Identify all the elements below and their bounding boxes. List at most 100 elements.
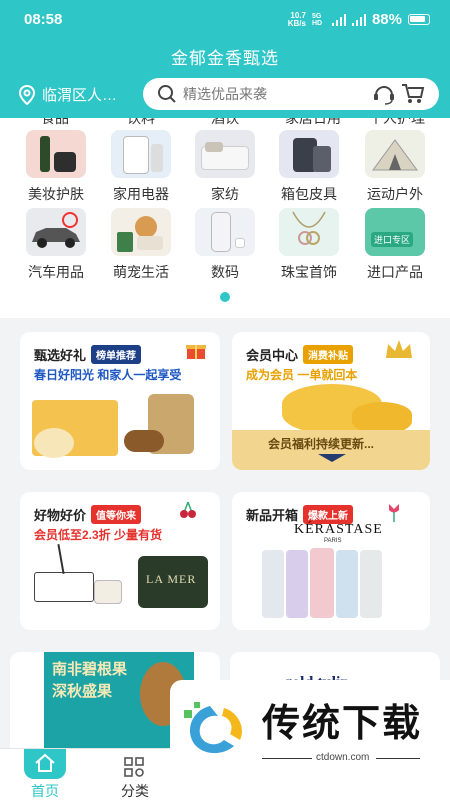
watermark-line-right	[376, 758, 420, 759]
signal-icon	[331, 13, 346, 26]
location-pin-icon	[18, 84, 36, 105]
category-label: 萌宠生活	[113, 264, 169, 280]
carousel-indicator[interactable]	[220, 292, 230, 302]
category-row-partial: 食品 饮料 酒饮 家居日用 个人护理	[0, 118, 450, 126]
lamer-brand: LA MER	[146, 572, 197, 586]
gift-card[interactable]: 甄选好礼 榜单推荐 春日好阳光 和家人一起享受	[20, 332, 220, 470]
gift-subtitle: 春日好阳光 和家人一起享受	[34, 368, 182, 382]
category-item[interactable]: 家用电器	[96, 130, 186, 204]
category-partial-item[interactable]: 个人护理	[352, 118, 442, 126]
banner-arrow-icon	[318, 454, 346, 462]
tulip-icon	[389, 504, 399, 522]
watermark-url: ctdown.com	[316, 752, 370, 763]
bottle-1-image	[262, 550, 284, 618]
necklace-icon	[279, 208, 339, 256]
category-label: 家用电器	[113, 186, 169, 202]
category-label: 运动户外	[367, 186, 423, 202]
category-item[interactable]: 萌宠生活	[96, 208, 186, 282]
nut-line2: 深秋盛果	[52, 683, 113, 700]
category-item[interactable]: 进口专区 进口产品	[350, 208, 440, 282]
import-icon: 进口专区	[365, 208, 425, 256]
bottle-2-image	[286, 550, 308, 618]
category-item[interactable]: 珠宝首饰	[264, 208, 354, 282]
category-partial-item[interactable]: 饮料	[96, 118, 186, 126]
car-icon	[26, 208, 86, 256]
battery-icon	[408, 14, 430, 25]
watermark-line-left	[262, 758, 312, 759]
tab-category-label: 分类	[121, 783, 149, 799]
category-label: 进口产品	[367, 264, 423, 280]
appliance-icon	[111, 130, 171, 178]
nut-line1: 南非碧根果	[52, 661, 128, 678]
category-grid-icon	[124, 757, 144, 777]
member-banner-text: 会员福利持续更新...	[268, 437, 375, 451]
category-item[interactable]: 箱包皮具	[264, 130, 354, 204]
category-label: 箱包皮具	[281, 186, 337, 202]
crown-icon	[386, 340, 412, 358]
goods-title: 好物好价 值等你来	[34, 505, 142, 524]
category-item[interactable]: 运动户外	[350, 130, 440, 204]
home-icon	[35, 753, 55, 772]
app-title: 金郁金香甄选	[171, 49, 279, 68]
category-grid: 食品 饮料 酒饮 家居日用 个人护理 美妆护肤 家用电器 家纺 箱包皮具 运动户…	[0, 118, 450, 318]
category-label: 数码	[211, 264, 239, 280]
category-item[interactable]: 家纺	[180, 130, 270, 204]
watermark-name: 传统下载	[262, 703, 423, 745]
category-label: 美妆护肤	[28, 186, 84, 202]
category-partial-item[interactable]: 食品	[10, 118, 100, 126]
location-text: 临渭区人…	[42, 87, 118, 104]
cherry-icon	[180, 501, 196, 518]
goods-tag: 值等你来	[91, 505, 142, 524]
status-icons: 10.7 KB/s 5G HD 88%	[288, 11, 430, 28]
category-label: 珠宝首饰	[281, 264, 337, 280]
gift-title: 甄选好礼 榜单推荐	[34, 345, 142, 364]
category-partial-item[interactable]: 家居日用	[268, 118, 358, 126]
category-item[interactable]: 美妆护肤	[11, 130, 101, 204]
status-bar: 08:58 10.7 KB/s 5G HD 88%	[0, 0, 450, 40]
tab-home-label: 首页	[31, 783, 59, 799]
location-selector[interactable]: 临渭区人…	[18, 84, 117, 105]
bottle-5-image	[360, 550, 382, 618]
new-arrivals-card[interactable]: 新品开箱 爆款上新 KÉRASTASE PARIS	[232, 492, 430, 630]
network-type: 5G HD	[311, 12, 323, 27]
cart-icon[interactable]	[401, 83, 425, 105]
category-partial-item[interactable]: 酒饮	[180, 118, 270, 126]
diffuser-image	[34, 572, 94, 602]
category-label: 家纺	[211, 186, 239, 202]
goods-subtitle: 会员低至2.3折 少量有货	[34, 528, 163, 542]
customer-service-icon[interactable]	[371, 82, 397, 106]
signal-2-icon	[351, 13, 366, 26]
watermark: 传统下载 ctdown.com	[170, 680, 450, 770]
category-item[interactable]: 汽车用品	[11, 208, 101, 282]
nuts-image	[124, 430, 164, 452]
watermark-logo-icon	[184, 702, 243, 754]
category-item[interactable]: 数码	[180, 208, 270, 282]
tent-icon	[365, 130, 425, 178]
category-label: 汽车用品	[28, 264, 84, 280]
battery-percent: 88%	[371, 11, 402, 28]
header: 08:58 10.7 KB/s 5G HD 88% 金郁金香甄选 临渭区人… 精选…	[0, 0, 450, 118]
diffuser-sticks	[57, 544, 65, 574]
candle-image	[94, 580, 122, 604]
goods-card[interactable]: 好物好价 值等你来 会员低至2.3折 少量有货 LA MER	[20, 492, 220, 630]
pastry-bun-image	[34, 428, 74, 458]
member-title: 会员中心 消费补贴	[246, 345, 354, 364]
skincare-icon	[26, 130, 86, 178]
import-badge: 进口专区	[371, 232, 414, 247]
pet-icon	[111, 208, 171, 256]
member-tag: 消费补贴	[303, 345, 354, 364]
bottle-4-image	[336, 550, 358, 618]
search-icon	[158, 85, 176, 103]
member-card[interactable]: 会员中心 消费补贴 成为会员 一单就回本 会员福利持续更新...	[232, 332, 430, 470]
network-speed: 10.7 KB/s	[287, 10, 306, 28]
search-bar[interactable]: 精选优品来袭	[143, 78, 439, 110]
phone-icon	[195, 208, 255, 256]
gift-tag: 榜单推荐	[91, 345, 142, 364]
bottle-3-image	[310, 548, 334, 618]
luggage-icon	[279, 130, 339, 178]
kerastase-paris: PARIS	[324, 538, 342, 544]
status-time: 08:58	[24, 11, 63, 28]
search-input[interactable]: 精选优品来袭	[183, 84, 371, 104]
member-subtitle: 成为会员 一单就回本	[246, 368, 358, 382]
kerastase-brand: KÉRASTASE	[294, 522, 383, 537]
